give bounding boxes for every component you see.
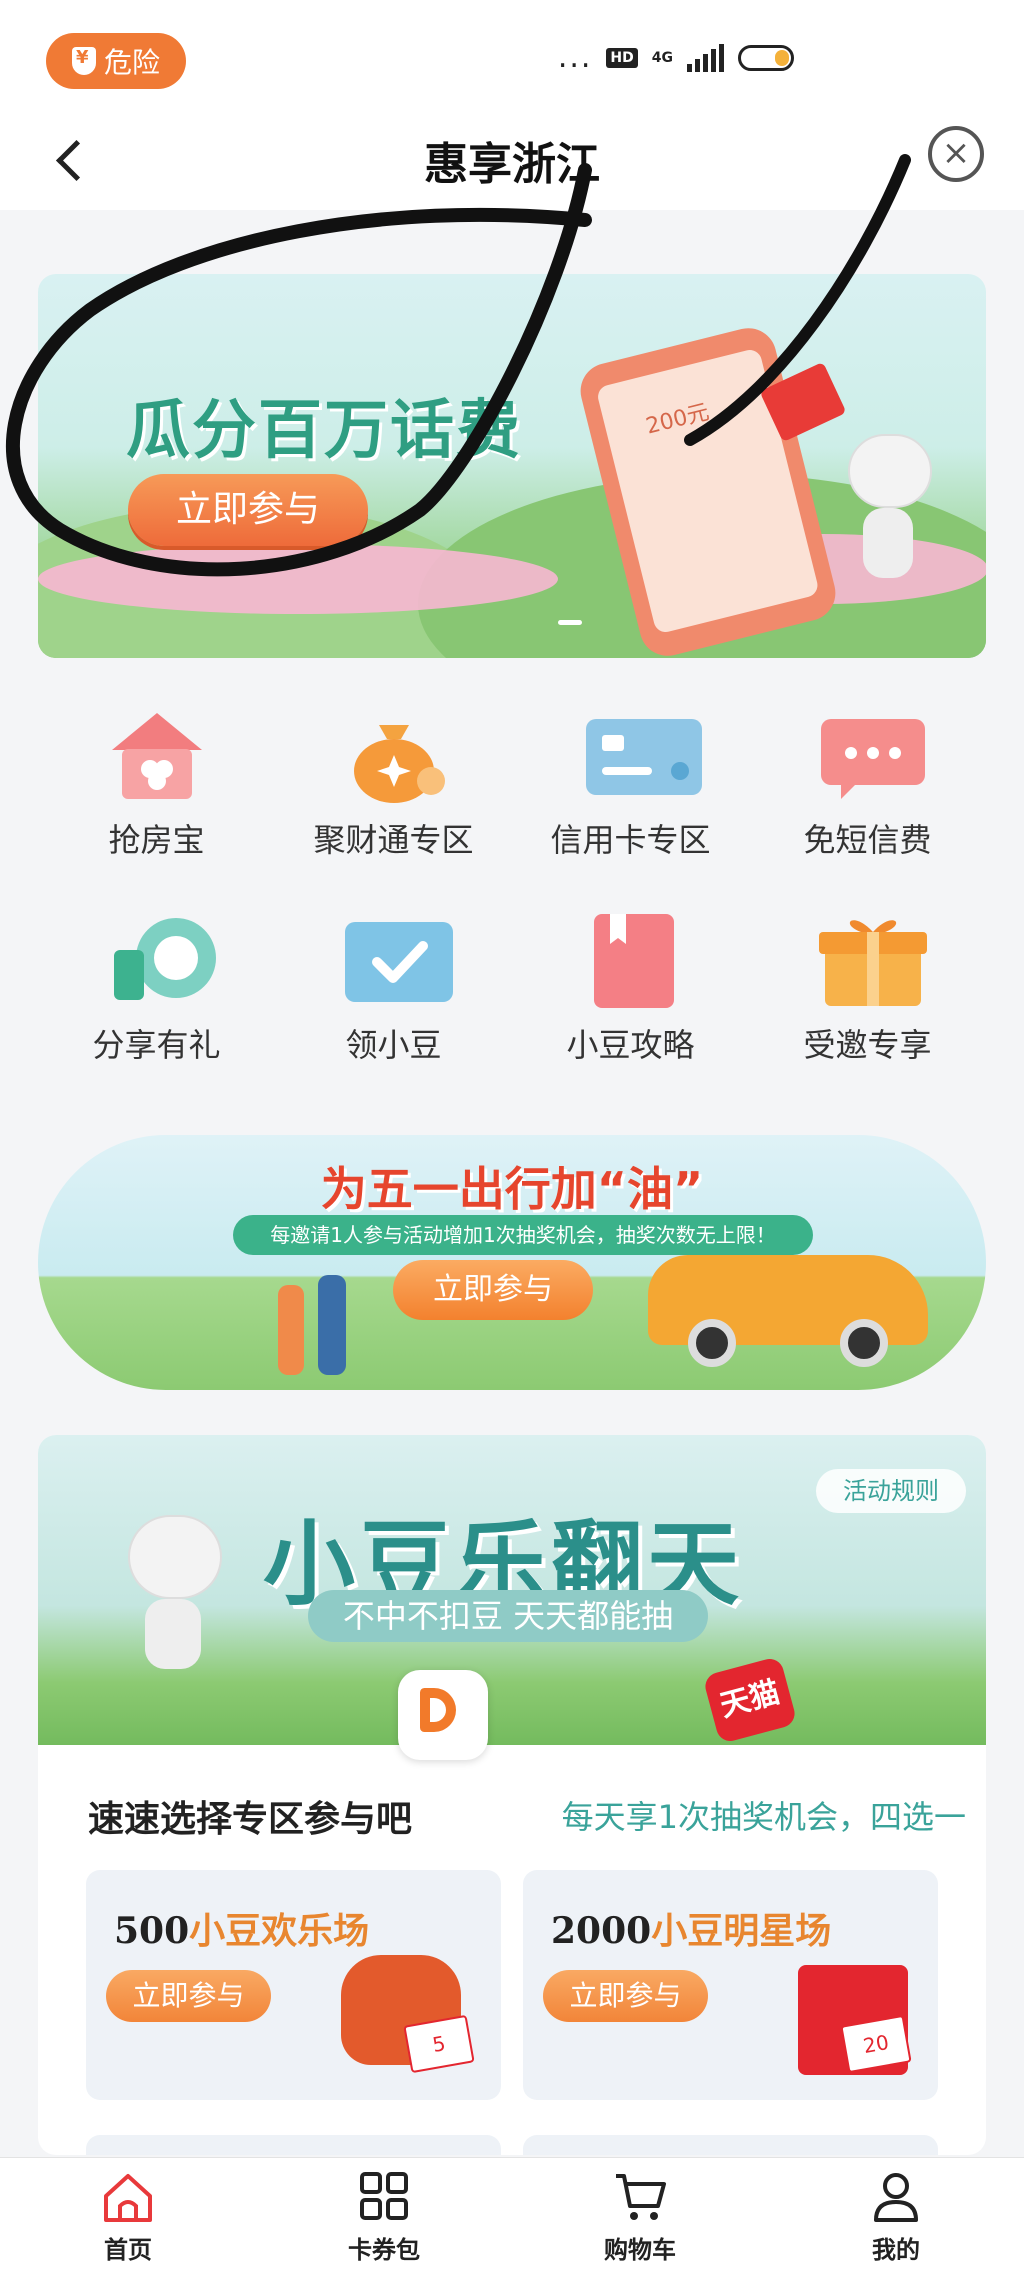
grid-item-label: 领小豆: [345, 1026, 442, 1064]
activity-rules-button[interactable]: 活动规则: [816, 1469, 966, 1513]
grid-item-jucaitong[interactable]: 聚财通专区: [275, 705, 512, 861]
navigation-bar: 惠享浙江 ×: [0, 120, 1024, 210]
grid-item-label: 小豆攻略: [566, 1026, 695, 1064]
section-hint: 每天享1次抽奖机会，四选一: [561, 1798, 966, 1836]
hd-icon: HD: [606, 48, 638, 68]
grid-icon: [356, 2170, 412, 2224]
banner-travel-join-button[interactable]: 立即参与: [393, 1260, 593, 1320]
section-title: 速速选择专区参与吧: [88, 1799, 413, 1840]
status-icons: ... HD 4G: [557, 40, 794, 75]
tab-label: 购物车: [604, 2236, 676, 2264]
grid-item-label: 信用卡专区: [550, 821, 711, 859]
banner-top[interactable]: 瓜分百万话费 立即参与 200元: [38, 274, 986, 658]
shield-icon: [71, 47, 96, 75]
grid-item-label: 分享有礼: [92, 1026, 221, 1064]
zone-join-button[interactable]: 立即参与: [543, 1970, 708, 2022]
network-label: 4G: [651, 50, 673, 66]
tab-label: 我的: [872, 2236, 920, 2264]
banner-travel-title: 为五一出行加“油”: [320, 1162, 704, 1216]
credit-card-icon: [576, 705, 702, 805]
banner-travel[interactable]: 为五一出行加“油” 每邀请1人参与活动增加1次抽奖机会，抽奖次数无上限！ 立即参…: [38, 1135, 986, 1390]
checkbox-icon: [339, 910, 453, 1010]
tab-card-coupons[interactable]: 卡券包: [256, 2158, 512, 2277]
tab-mine[interactable]: 我的: [768, 2158, 1024, 2277]
quick-grid-row-2: 分享有礼 领小豆 小豆攻略 受邀专享: [38, 910, 986, 1066]
lottery-subtitle: 不中不扣豆 天天都能抽: [308, 1590, 708, 1642]
grid-item-invited[interactable]: 受邀专享: [749, 910, 986, 1066]
tmall-logo: 天猫: [702, 1655, 798, 1745]
grid-item-label: 抢房宝: [108, 821, 205, 859]
carousel-indicator: [558, 620, 582, 625]
grid-item-share[interactable]: 分享有礼: [38, 910, 275, 1066]
grid-item-credit-card[interactable]: 信用卡专区: [512, 705, 749, 861]
zone-title: 500小豆欢乐场: [114, 1910, 370, 1952]
grid-item-guide[interactable]: 小豆攻略: [512, 910, 749, 1066]
mascot-illustration: [128, 1515, 222, 1669]
book-icon: [576, 910, 686, 1010]
share-icon: [102, 910, 216, 1010]
zone-card-2000[interactable]: 2000小豆明星场 立即参与 20: [523, 1870, 938, 2100]
mascot-illustration: [848, 434, 932, 584]
more-dots-icon: ...: [557, 40, 593, 75]
banner-top-join-button[interactable]: 立即参与: [128, 474, 368, 546]
zone-card-partial[interactable]: [523, 2135, 938, 2155]
grid-item-label: 聚财通专区: [313, 821, 474, 859]
tab-label: 首页: [104, 2236, 152, 2264]
car-illustration: [648, 1255, 928, 1367]
grid-item-free-sms[interactable]: 免短信费: [749, 705, 986, 861]
signal-icon: [687, 44, 724, 72]
zone-card-500[interactable]: 500小豆欢乐场 立即参与 5: [86, 1870, 501, 2100]
grid-item-get-beans[interactable]: 领小豆: [275, 910, 512, 1066]
didi-logo-icon: [398, 1670, 488, 1760]
money-bag-icon: [339, 705, 449, 805]
zone-join-button[interactable]: 立即参与: [106, 1970, 271, 2022]
house-icon: [102, 705, 212, 805]
cart-icon: [612, 2170, 668, 2224]
banner-travel-subtitle: 每邀请1人参与活动增加1次抽奖机会，抽奖次数无上限！: [233, 1215, 813, 1255]
battery-icon: [738, 45, 794, 71]
grid-item-qiangfangbao[interactable]: 抢房宝: [38, 705, 275, 861]
zone-card-partial[interactable]: [86, 2135, 501, 2155]
coupon-icon: 5: [403, 2014, 475, 2074]
person-illustration: [318, 1275, 346, 1375]
grid-item-label: 免短信费: [803, 821, 932, 859]
gift-icon: [813, 910, 927, 1010]
message-icon: [813, 705, 925, 805]
tab-label: 卡券包: [348, 2236, 420, 2264]
grid-item-label: 受邀专享: [803, 1026, 932, 1064]
close-button[interactable]: ×: [928, 126, 984, 182]
status-bar: 危险 ... HD 4G: [0, 0, 1024, 120]
user-icon: [868, 2170, 924, 2224]
banner-top-title: 瓜分百万话费: [126, 394, 522, 468]
page-title: 惠享浙江: [424, 139, 600, 190]
person-illustration: [278, 1285, 304, 1375]
risk-badge-label: 危险: [103, 46, 160, 79]
home-icon: [100, 2170, 156, 2224]
lottery-hero: 小豆乐翻天 不中不扣豆 天天都能抽 活动规则 天猫: [38, 1435, 986, 1760]
blossom-shape: [38, 544, 558, 614]
tab-cart[interactable]: 购物车: [512, 2158, 768, 2277]
lottery-card: 小豆乐翻天 不中不扣豆 天天都能抽 活动规则 天猫 速速选择专区参与吧 每天享1…: [38, 1435, 986, 2155]
risk-badge[interactable]: 危险: [46, 33, 186, 89]
bottom-tab-bar: 首页 卡券包 购物车 我的: [0, 2157, 1024, 2277]
zone-title: 2000小豆明星场: [551, 1910, 832, 1952]
quick-grid-row-1: 抢房宝 聚财通专区 信用卡专区 免短信费: [38, 705, 986, 861]
tab-home[interactable]: 首页: [0, 2158, 256, 2277]
